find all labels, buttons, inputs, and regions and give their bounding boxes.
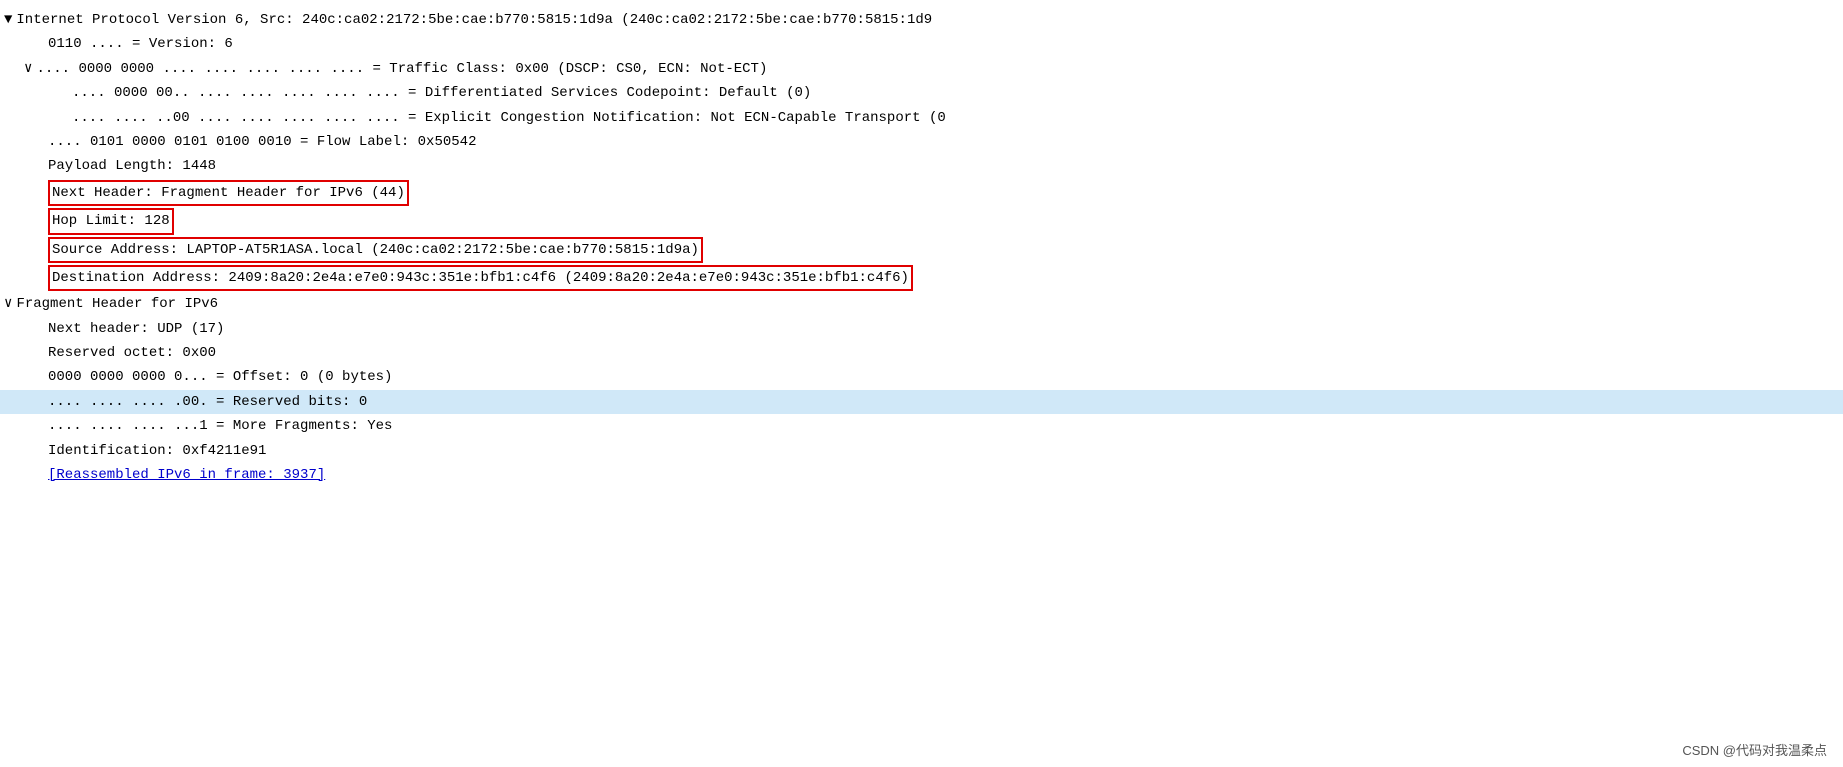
dscp-text: .... 0000 00.. .... .... .... .... .... …: [72, 82, 811, 104]
traffic-class-row[interactable]: ∨ .... 0000 0000 .... .... .... .... ...…: [0, 57, 1843, 81]
watermark: CSDN @代码对我温柔点: [1682, 740, 1827, 759]
payload-length-row: Payload Length: 1448: [0, 154, 1843, 178]
ecn-row: .... .... ..00 .... .... .... .... .... …: [0, 106, 1843, 130]
flow-label-text: .... 0101 0000 0101 0100 0010 = Flow Lab…: [48, 131, 476, 153]
dscp-row: .... 0000 00.. .... .... .... .... .... …: [0, 81, 1843, 105]
hop-limit-row: Hop Limit: 128: [0, 207, 1843, 235]
next-header-text: Next Header: Fragment Header for IPv6 (4…: [52, 185, 405, 201]
version-row: 0110 .... = Version: 6: [0, 32, 1843, 56]
toggle-frag-header[interactable]: ∨: [4, 293, 12, 315]
dst-addr-row: Destination Address: 2409:8a20:2e4a:e7e0…: [0, 264, 1843, 292]
next-header-udp-text: Next header: UDP (17): [48, 318, 224, 340]
dst-addr-box: Destination Address: 2409:8a20:2e4a:e7e0…: [48, 265, 913, 291]
src-addr-row: Source Address: LAPTOP-AT5R1ASA.local (2…: [0, 236, 1843, 264]
flow-label-row: .... 0101 0000 0101 0100 0010 = Flow Lab…: [0, 130, 1843, 154]
src-addr-text: Source Address: LAPTOP-AT5R1ASA.local (2…: [52, 242, 699, 258]
payload-length-text: Payload Length: 1448: [48, 155, 216, 177]
version-text: 0110 .... = Version: 6: [48, 33, 233, 55]
reserved-bits-text: .... .... .... .00. = Reserved bits: 0: [48, 391, 367, 413]
offset-row: 0000 0000 0000 0... = Offset: 0 (0 bytes…: [0, 365, 1843, 389]
ipv6-text: Internet Protocol Version 6, Src: 240c:c…: [16, 9, 932, 31]
next-header-row: Next Header: Fragment Header for IPv6 (4…: [0, 179, 1843, 207]
offset-text: 0000 0000 0000 0... = Offset: 0 (0 bytes…: [48, 366, 392, 388]
ipv6-row[interactable]: ▼ Internet Protocol Version 6, Src: 240c…: [0, 8, 1843, 32]
frag-header-row[interactable]: ∨ Fragment Header for IPv6: [0, 292, 1843, 316]
next-header-box: Next Header: Fragment Header for IPv6 (4…: [48, 180, 409, 206]
packet-tree: ▼ Internet Protocol Version 6, Src: 240c…: [0, 0, 1843, 767]
reserved-octet-row: Reserved octet: 0x00: [0, 341, 1843, 365]
more-fragments-row: .... .... .... ...1 = More Fragments: Ye…: [0, 414, 1843, 438]
reserved-bits-row: .... .... .... .00. = Reserved bits: 0: [0, 390, 1843, 414]
identification-row: Identification: 0xf4211e91: [0, 439, 1843, 463]
toggle-traffic-class[interactable]: ∨: [24, 58, 32, 80]
hop-limit-text: Hop Limit: 128: [52, 213, 170, 229]
src-addr-box: Source Address: LAPTOP-AT5R1ASA.local (2…: [48, 237, 703, 263]
dst-addr-text: Destination Address: 2409:8a20:2e4a:e7e0…: [52, 270, 909, 286]
toggle-ipv6[interactable]: ▼: [4, 9, 12, 31]
more-fragments-text: .... .... .... ...1 = More Fragments: Ye…: [48, 415, 392, 437]
identification-text: Identification: 0xf4211e91: [48, 440, 266, 462]
ecn-text: .... .... ..00 .... .... .... .... .... …: [72, 107, 946, 129]
reassembled-link-row[interactable]: [Reassembled IPv6 in frame: 3937]: [0, 463, 1843, 487]
reassembled-link-text[interactable]: [Reassembled IPv6 in frame: 3937]: [48, 464, 325, 486]
hop-limit-box: Hop Limit: 128: [48, 208, 174, 234]
traffic-class-text: .... 0000 0000 .... .... .... .... .... …: [36, 58, 767, 80]
reserved-octet-text: Reserved octet: 0x00: [48, 342, 216, 364]
frag-header-text: Fragment Header for IPv6: [16, 293, 218, 315]
next-header-udp-row: Next header: UDP (17): [0, 317, 1843, 341]
